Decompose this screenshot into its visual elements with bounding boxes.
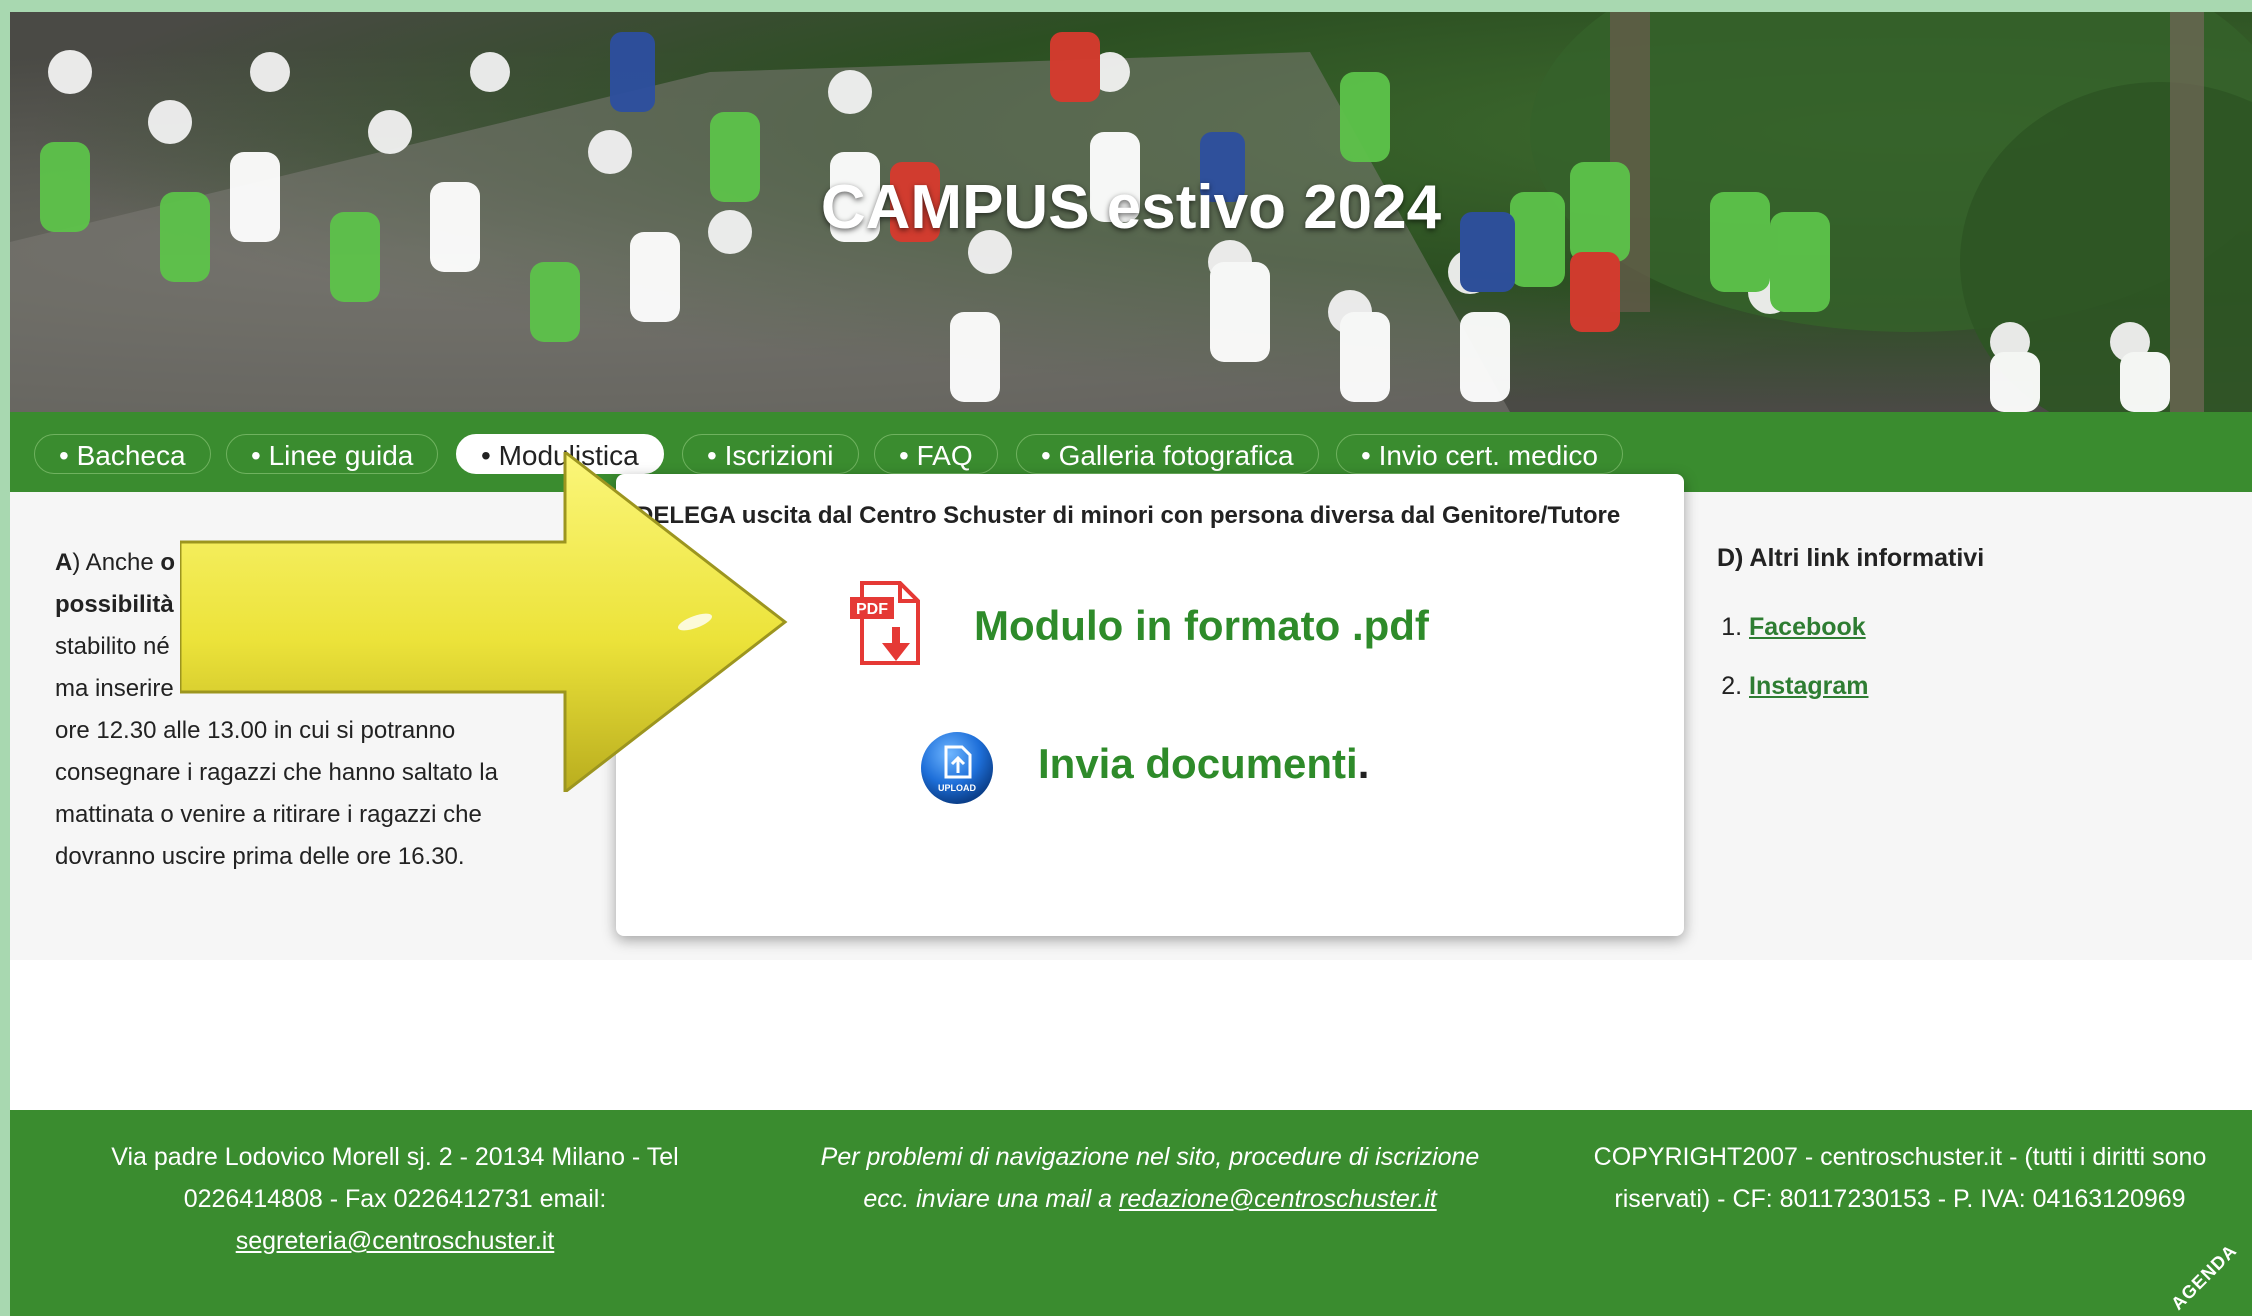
footer-copyright: COPYRIGHT2007 - centroschuster.it - (tut… xyxy=(1570,1136,2230,1220)
tab-invio-cert-medico[interactable]: • Invio cert. medico xyxy=(1336,434,1624,474)
redazione-email-link[interactable]: redazione@centroschuster.it xyxy=(1119,1185,1437,1213)
instagram-link[interactable]: Instagram xyxy=(1749,672,1868,700)
pdf-badge: PDF xyxy=(856,601,888,618)
upload-documents-link[interactable]: Invia documenti. xyxy=(1038,740,1369,788)
upload-icon[interactable]: UPLOAD xyxy=(918,729,996,807)
list-item: Instagram xyxy=(1749,672,2197,701)
tab-faq[interactable]: • FAQ xyxy=(874,434,998,474)
links-list: Facebook Instagram xyxy=(1717,613,2197,701)
footer-copyright-line: COPYRIGHT2007 - centroschuster.it - (tut… xyxy=(1593,1143,2207,1171)
facebook-link[interactable]: Facebook xyxy=(1749,613,1866,641)
upload-link-dot: . xyxy=(1357,740,1370,787)
text-line: dovranno uscire prima delle ore 16.30. xyxy=(55,843,465,870)
lead-text: ) Anche xyxy=(72,549,161,576)
agenda-ribbon[interactable]: AGENDA xyxy=(2159,1232,2248,1316)
hero-banner: CAMPUS estivo 2024 xyxy=(10,12,2252,412)
hero-title: CAMPUS estivo 2024 xyxy=(820,173,1442,242)
footer-help-line: Per problemi di navigazione nel sito, pr… xyxy=(820,1143,1480,1171)
footer-address: Via padre Lodovico Morell sj. 2 - 20134 … xyxy=(70,1136,720,1262)
footer-address-line: Via padre Lodovico Morell sj. 2 - 20134 … xyxy=(111,1143,679,1171)
footer-help-line: ecc. inviare una mail a xyxy=(863,1185,1119,1213)
right-column: D) Altri link informativi Facebook Insta… xyxy=(1717,544,2197,731)
page-frame: CAMPUS estivo 2024 • Bacheca • Linee gui… xyxy=(10,12,2252,1316)
upload-link-label: Invia documenti xyxy=(1038,740,1358,787)
footer-copyright-line: riservati) - CF: 80117230153 - P. IVA: 0… xyxy=(1614,1185,2186,1213)
footer-help: Per problemi di navigazione nel sito, pr… xyxy=(770,1136,1530,1220)
segreteria-email-link[interactable]: segreteria@centroschuster.it xyxy=(236,1227,555,1255)
text-line: possibilità xyxy=(55,591,174,618)
pdf-icon[interactable]: PDF xyxy=(848,579,928,675)
pdf-download-link[interactable]: Modulo in formato .pdf xyxy=(974,602,1429,650)
text-line: mattinata o venire a ritirare i ragazzi … xyxy=(55,801,482,828)
footer: Via padre Lodovico Morell sj. 2 - 20134 … xyxy=(10,1110,2252,1316)
list-item: Facebook xyxy=(1749,613,2197,642)
lead-letter: A xyxy=(55,549,73,576)
upload-badge: UPLOAD xyxy=(938,783,977,793)
lead-bold: o xyxy=(160,549,176,576)
links-heading: D) Altri link informativi xyxy=(1717,544,1985,572)
arrow-icon xyxy=(180,452,788,792)
footer-address-line: 0226414808 - Fax 0226412731 email: xyxy=(183,1185,607,1213)
tab-galleria-fotografica[interactable]: • Galleria fotografica xyxy=(1016,434,1319,474)
